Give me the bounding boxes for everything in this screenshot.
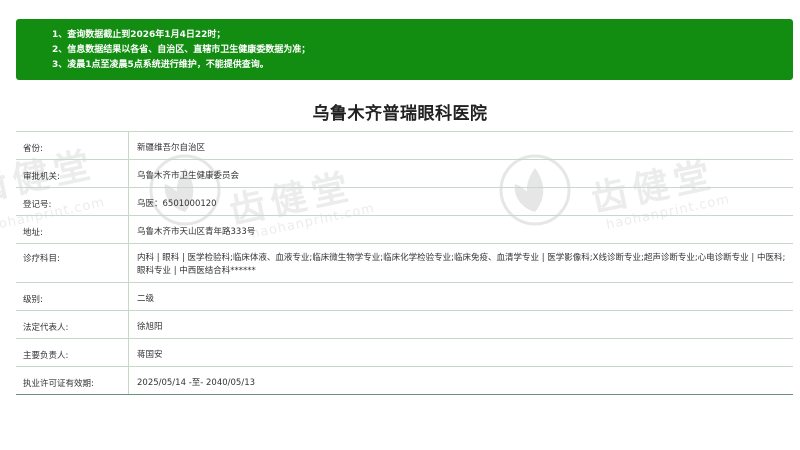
field-value: 新疆维吾尔自治区 (128, 131, 793, 160)
table-row: 诊疗科目: 内科 | 眼科 | 医学检验科;临床体液、血液专业;临床微生物学专业… (16, 243, 793, 283)
hospital-info-table: 省份: 新疆维吾尔自治区 审批机关: 乌鲁木齐市卫生健康委员会 登记号: 乌医：… (16, 131, 793, 395)
field-value: 蒋国安 (128, 338, 793, 367)
hospital-title: 乌鲁木齐普瑞眼科医院 (312, 104, 488, 124)
field-label: 执业许可证有效期: (16, 366, 129, 395)
notice-banner: 1、查询数据截止到2026年1月4日22时； 2、信息数据结果以各省、自治区、直… (16, 19, 793, 80)
page: 1、查询数据截止到2026年1月4日22时； 2、信息数据结果以各省、自治区、直… (0, 0, 800, 450)
field-value: 乌鲁木齐市卫生健康委员会 (128, 159, 793, 188)
table-row: 审批机关: 乌鲁木齐市卫生健康委员会 (16, 159, 793, 188)
notice-line: 3、凌晨1点至凌晨5点系统进行维护，不能提供查询。 (52, 60, 269, 70)
field-value: 2025/05/14 -至- 2040/05/13 (128, 366, 793, 395)
field-value: 徐旭阳 (128, 310, 793, 339)
field-label: 法定代表人: (16, 310, 129, 339)
field-value: 乌鲁木齐市天山区青年路333号 (128, 215, 793, 244)
notice-line: 2、信息数据结果以各省、自治区、直辖市卫生健康委数据为准； (52, 45, 311, 55)
field-value: 二级 (128, 282, 793, 311)
table-row: 执业许可证有效期: 2025/05/14 -至- 2040/05/13 (16, 366, 793, 395)
table-row: 地址: 乌鲁木齐市天山区青年路333号 (16, 215, 793, 244)
field-label: 登记号: (16, 187, 129, 216)
field-label: 级别: (16, 282, 129, 311)
field-value: 乌医：6501000120 (128, 187, 793, 216)
field-label: 地址: (16, 215, 129, 244)
table-row: 省份: 新疆维吾尔自治区 (16, 131, 793, 160)
table-row: 法定代表人: 徐旭阳 (16, 310, 793, 339)
table-row: 登记号: 乌医：6501000120 (16, 187, 793, 216)
field-label: 诊疗科目: (16, 243, 129, 283)
field-label: 审批机关: (16, 159, 129, 188)
field-label: 省份: (16, 131, 129, 160)
table-row: 主要负责人: 蒋国安 (16, 338, 793, 367)
notice-line: 1、查询数据截止到2026年1月4日22时； (52, 30, 226, 40)
field-label: 主要负责人: (16, 338, 129, 367)
table-row: 级别: 二级 (16, 282, 793, 311)
field-value: 内科 | 眼科 | 医学检验科;临床体液、血液专业;临床微生物学专业;临床化学检… (128, 243, 793, 283)
